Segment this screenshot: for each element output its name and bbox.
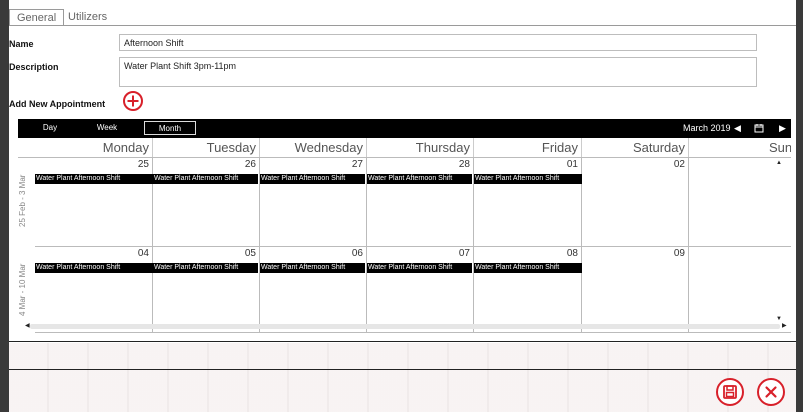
calendar-cell[interactable]: 28 Water Plant Afternoon Shift: [367, 158, 474, 247]
calendar-cell[interactable]: 27 Water Plant Afternoon Shift: [260, 158, 367, 247]
calendar-icon[interactable]: [754, 119, 764, 138]
date-number: 28: [458, 159, 470, 170]
view-month-button[interactable]: Month: [144, 121, 196, 135]
add-appointment-label: Add New Appointment: [9, 99, 106, 109]
calendar-cell[interactable]: 26 Water Plant Afternoon Shift: [153, 158, 260, 247]
divider: [9, 369, 796, 370]
tab-general[interactable]: General: [9, 9, 65, 26]
date-number: 07: [458, 248, 470, 259]
day-header-monday: Monday: [35, 138, 153, 157]
date-number: 05: [244, 248, 256, 259]
description-field[interactable]: Water Plant Shift 3pm-11pm: [119, 57, 757, 87]
view-day-button[interactable]: Day: [38, 121, 62, 135]
day-header-saturday: Saturday: [582, 138, 689, 157]
date-number: 01: [566, 159, 578, 170]
date-number: 04: [137, 248, 149, 259]
appointment[interactable]: Water Plant Afternoon Shift: [35, 174, 153, 184]
close-icon[interactable]: [757, 378, 785, 406]
calendar-cell[interactable]: 01 Water Plant Afternoon Shift: [474, 158, 583, 247]
calendar-cell[interactable]: 08 Water Plant Afternoon Shift: [474, 247, 583, 333]
description-label: Description: [9, 62, 59, 72]
day-header-thursday: Thursday: [367, 138, 474, 157]
day-header-tuesday: Tuesday: [153, 138, 260, 157]
date-number: 06: [351, 248, 363, 259]
app-window: General Utilizers Name Afternoon Shift D…: [9, 0, 796, 412]
name-field[interactable]: Afternoon Shift: [119, 34, 757, 51]
calendar-cell[interactable]: 25 Water Plant Afternoon Shift: [35, 158, 153, 247]
next-icon[interactable]: ▶: [779, 119, 786, 138]
scroll-right-icon[interactable]: ▶: [782, 322, 787, 329]
date-number: 25: [137, 159, 149, 170]
horizontal-scrollbar[interactable]: [30, 324, 780, 329]
scroll-left-icon[interactable]: ◀: [25, 322, 30, 329]
calendar-toolbar: Day Week Month March 2019 ◀ ▶: [18, 119, 791, 138]
calendar-cell[interactable]: 06 Water Plant Afternoon Shift: [260, 247, 367, 333]
week-label: 25 Feb - 3 Mar: [18, 174, 27, 228]
plus-circle-icon[interactable]: [123, 91, 143, 111]
date-number: 02: [673, 159, 685, 170]
calendar-cell[interactable]: 04 Water Plant Afternoon Shift: [35, 247, 153, 333]
calendar-cell[interactable]: 05 Water Plant Afternoon Shift: [153, 247, 260, 333]
tab-utilizers[interactable]: Utilizers: [61, 9, 114, 25]
day-header-wednesday: Wednesday: [260, 138, 367, 157]
tab-bar: General Utilizers: [9, 9, 796, 26]
appointment[interactable]: Water Plant Afternoon Shift: [153, 263, 258, 273]
appointment[interactable]: Water Plant Afternoon Shift: [153, 174, 258, 184]
appointment[interactable]: Water Plant Afternoon Shift: [474, 263, 583, 273]
view-week-button[interactable]: Week: [94, 121, 120, 135]
day-header-friday: Friday: [474, 138, 582, 157]
tab-divider: [9, 25, 796, 26]
appointment[interactable]: Water Plant Afternoon Shift: [35, 263, 153, 273]
date-number: 08: [566, 248, 578, 259]
footer-background: [9, 343, 796, 412]
calendar-cell[interactable]: [689, 158, 791, 247]
save-icon[interactable]: [716, 378, 744, 406]
appointment[interactable]: Water Plant Afternoon Shift: [260, 263, 365, 273]
appointment[interactable]: Water Plant Afternoon Shift: [367, 174, 472, 184]
appointment[interactable]: Water Plant Afternoon Shift: [474, 174, 583, 184]
calendar-cell[interactable]: 09: [582, 247, 689, 333]
name-label: Name: [9, 39, 34, 49]
week-label: 4 Mar - 10 Mar: [18, 263, 27, 317]
day-header-sunday: Sunday: [689, 138, 791, 157]
scroll-up-icon[interactable]: ▲: [776, 160, 782, 166]
prev-icon[interactable]: ◀: [734, 119, 741, 138]
appointment[interactable]: Water Plant Afternoon Shift: [260, 174, 365, 184]
date-number: 26: [244, 159, 256, 170]
appointment[interactable]: Water Plant Afternoon Shift: [367, 263, 472, 273]
date-number: 27: [351, 159, 363, 170]
calendar-cell[interactable]: 07 Water Plant Afternoon Shift: [367, 247, 474, 333]
date-number: 09: [673, 248, 685, 259]
calendar-cell[interactable]: 02: [582, 158, 689, 247]
period-label: March 2019: [683, 123, 731, 133]
month-calendar: Monday Tuesday Wednesday Thursday Friday…: [18, 138, 791, 333]
divider: [9, 341, 796, 342]
